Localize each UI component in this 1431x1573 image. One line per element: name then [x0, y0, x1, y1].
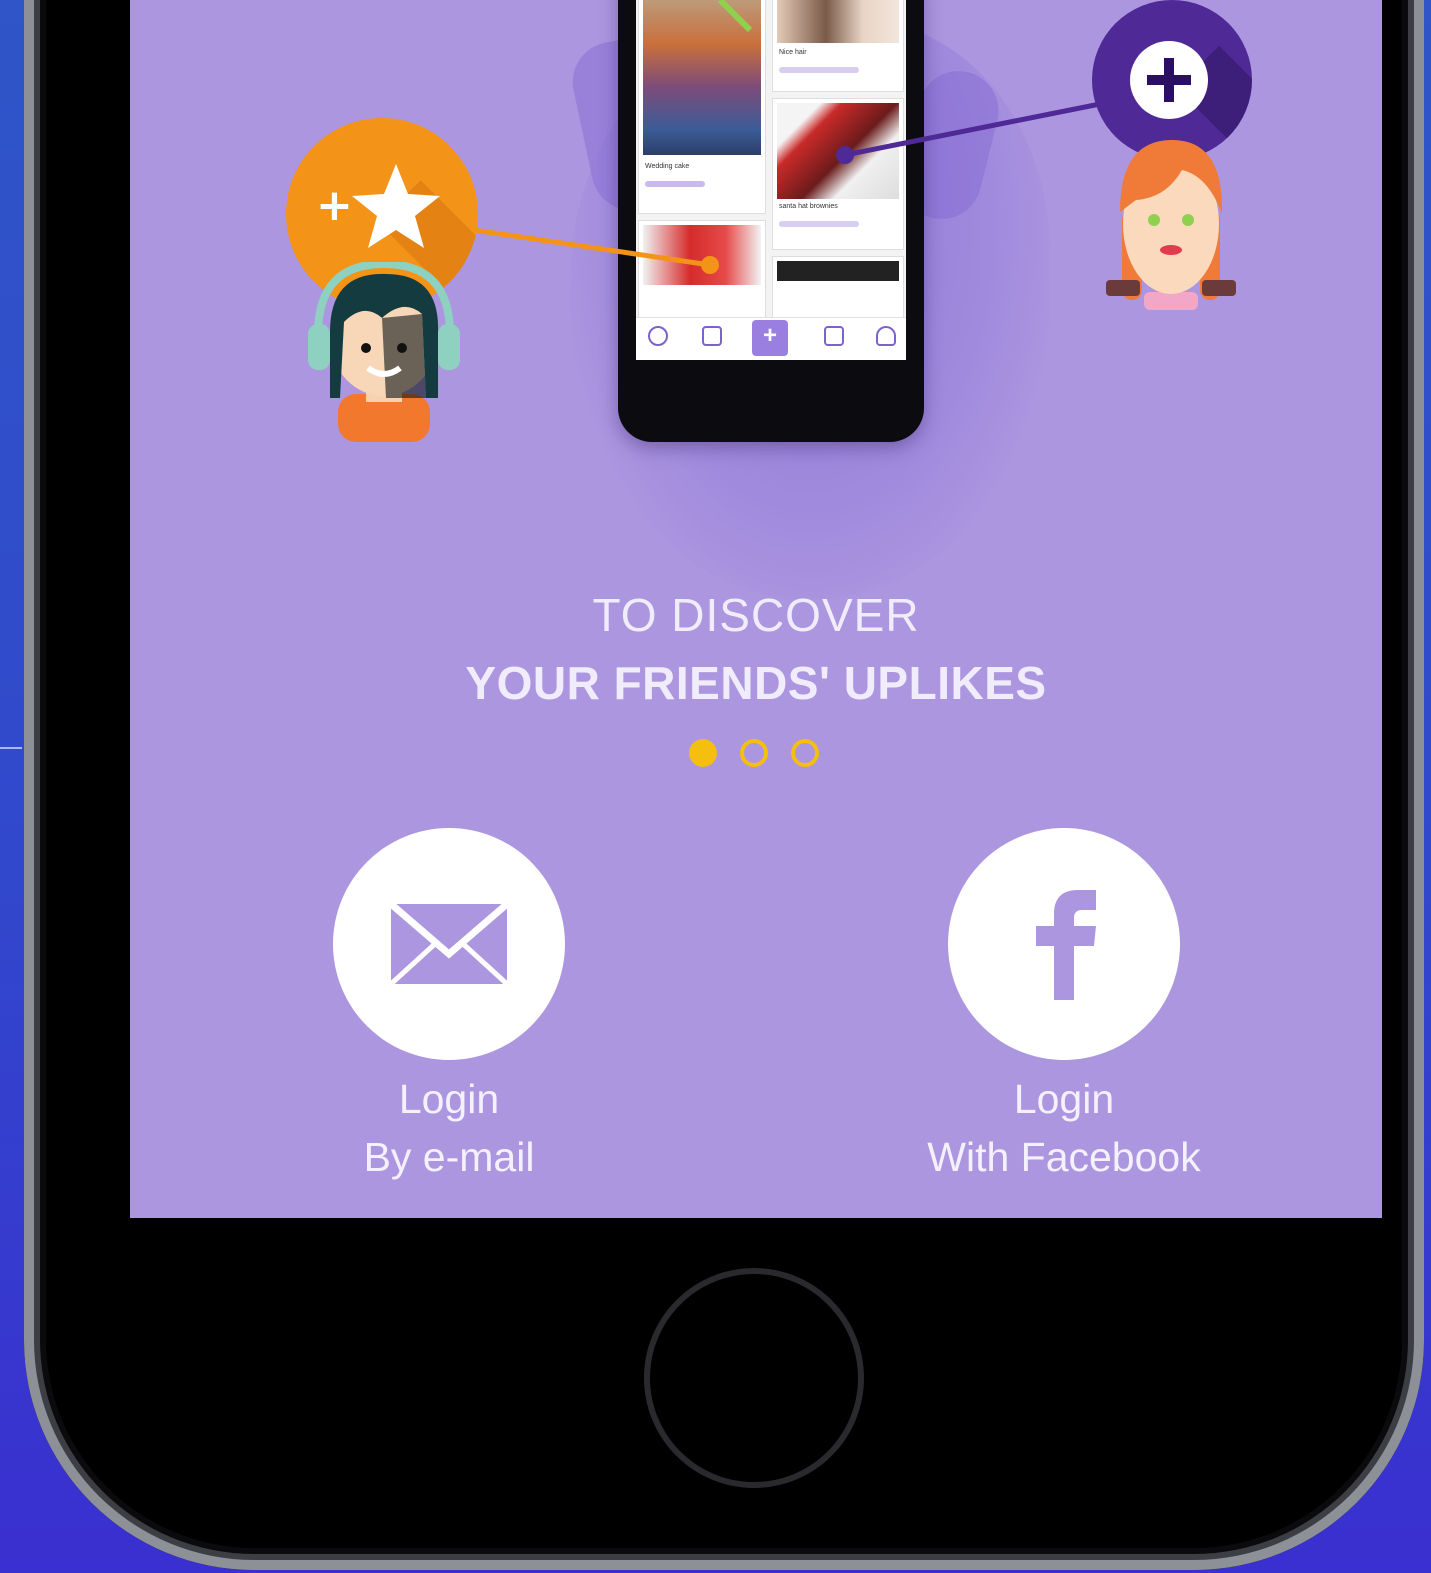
- login-facebook-button[interactable]: [948, 828, 1180, 1060]
- background-edge-line: [0, 747, 22, 749]
- plus-icon: [1130, 41, 1208, 119]
- page-indicator: [686, 739, 826, 775]
- page-dot-2[interactable]: [740, 739, 768, 767]
- login-email-button[interactable]: [333, 828, 565, 1060]
- facebook-icon: [1036, 890, 1096, 1000]
- star-icon: +: [316, 164, 440, 248]
- home-button[interactable]: [644, 1268, 864, 1488]
- envelope-icon: [389, 902, 509, 986]
- login-email-label[interactable]: Login By e-mail: [329, 1070, 569, 1186]
- login-facebook-line1: Login: [1013, 1076, 1115, 1122]
- page-dot-1[interactable]: [689, 739, 717, 767]
- login-facebook-label[interactable]: Login With Facebook: [894, 1070, 1234, 1186]
- login-email-line2: By e-mail: [363, 1134, 535, 1180]
- svg-text:+: +: [316, 180, 353, 231]
- login-email-line1: Login: [398, 1076, 500, 1122]
- headline-line-2: YOUR FRIENDS' UPLIKES: [465, 657, 1047, 709]
- avatar-headphones-person: [308, 262, 460, 442]
- avatar-redhead-girl: [1106, 140, 1236, 310]
- login-facebook-line2: With Facebook: [927, 1134, 1201, 1180]
- page-dot-3[interactable]: [791, 739, 819, 767]
- phone-frame: Wedding cake Nice hair santa hat brownie…: [24, 0, 1424, 1570]
- headline-line-1: TO DISCOVER: [592, 589, 920, 641]
- app-screen: Wedding cake Nice hair santa hat brownie…: [130, 0, 1382, 1218]
